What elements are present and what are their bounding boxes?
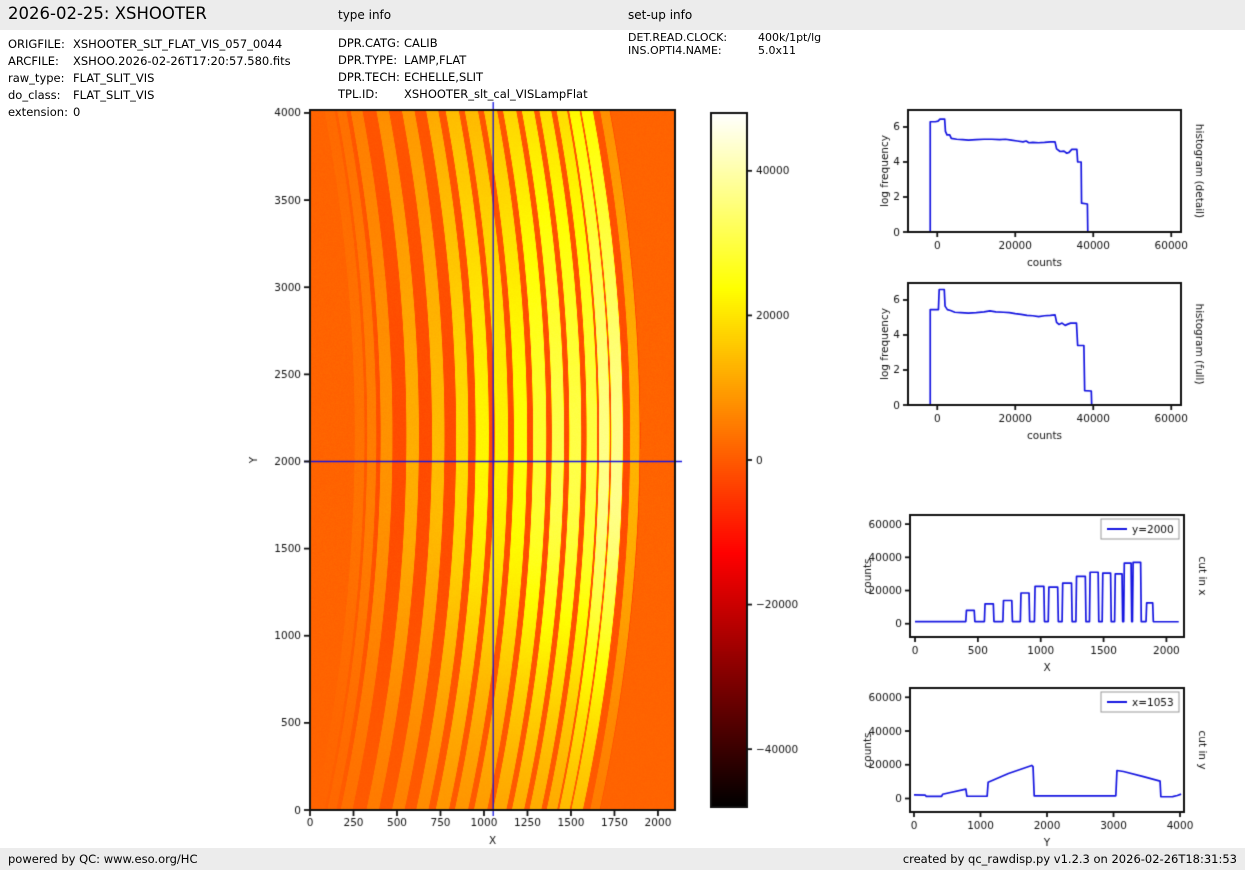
field-label: TPL.ID:: [338, 87, 379, 101]
field-label: DPR.TYPE:: [338, 53, 398, 67]
histogram-detail-plot: [908, 110, 1181, 232]
cut-in-x-plot: [910, 515, 1184, 637]
field-label: extension:: [8, 105, 68, 119]
field-value: 400k/1pt/lg: [758, 31, 822, 44]
field-label: DPR.CATG:: [338, 36, 400, 50]
field-label: do_class:: [8, 88, 61, 102]
field-value: CALIB: [404, 36, 438, 50]
page-title: 2026-02-25: XSHOOTER: [8, 4, 207, 23]
field-label: DET.READ.CLOCK:: [628, 31, 728, 44]
footer-bar: powered by QC: www.eso.org/HC created by…: [0, 848, 1245, 870]
field-value: XSHOO.2026-02-26T17:20:57.580.fits: [73, 54, 291, 68]
field-value: XSHOOTER_SLT_FLAT_VIS_057_0044: [73, 37, 283, 51]
footer-left: powered by QC: www.eso.org/HC: [8, 852, 198, 866]
field-value: FLAT_SLIT_VIS: [73, 71, 155, 85]
field-label: ORIGFILE:: [8, 37, 65, 51]
field-value: 0: [73, 105, 81, 119]
field-value: XSHOOTER_slt_cal_VISLampFlat: [404, 87, 588, 101]
cut-in-y-plot: [910, 688, 1184, 812]
field-label: ARCFILE:: [8, 54, 59, 68]
colorbar: [711, 113, 747, 807]
type-info-heading: type info: [338, 8, 392, 22]
footer-right: created by qc_rawdisp.py v1.2.3 on 2026-…: [902, 852, 1237, 866]
histogram-full-plot: [908, 283, 1181, 405]
field-label: INS.OPTI4.NAME:: [628, 44, 722, 57]
field-value: FLAT_SLIT_VIS: [73, 88, 155, 102]
field-value: 5.0x11: [758, 44, 797, 57]
field-label: raw_type:: [8, 71, 65, 85]
main-image-plot: [310, 110, 675, 810]
qc-report-page: 2026-02-25: XSHOOTER type info set-up in…: [0, 0, 1245, 870]
field-value: ECHELLE,SLIT: [404, 70, 484, 84]
field-label: DPR.TECH:: [338, 70, 400, 84]
field-value: LAMP,FLAT: [404, 53, 467, 67]
setup-info-heading: set-up info: [628, 8, 693, 22]
